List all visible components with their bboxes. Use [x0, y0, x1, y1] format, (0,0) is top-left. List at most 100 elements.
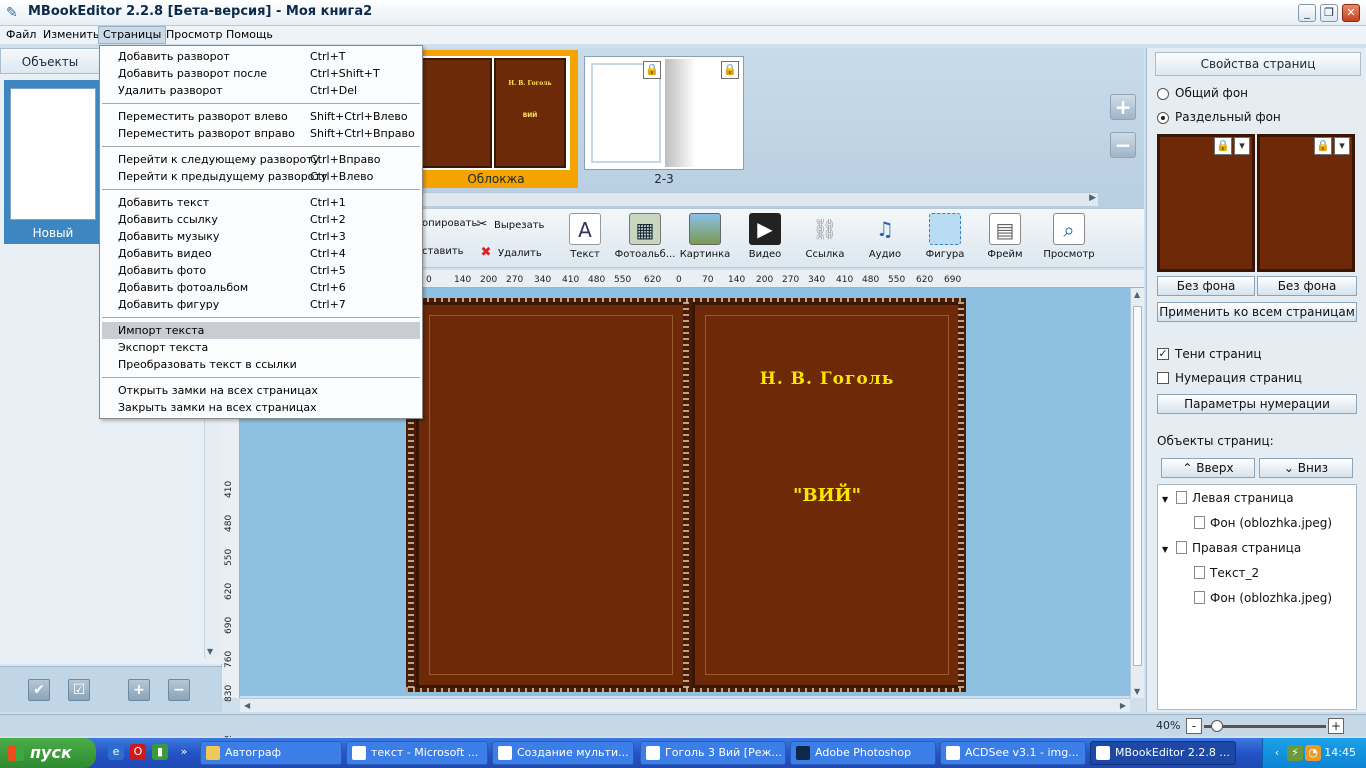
menu-item[interactable]: Добавить ссылку Ctrl+2 [102, 211, 420, 228]
tool-text[interactable]: A Текст [554, 213, 616, 267]
apply-to-all-button[interactable]: Применить ко всем страницам [1157, 302, 1357, 322]
task-gogol[interactable]: Гоголь 3 Вий [Реж... [640, 741, 786, 765]
menu-item[interactable]: Удалить разворот Ctrl+Del [102, 82, 420, 99]
numbering-params-button[interactable]: Параметры нумерации [1157, 394, 1357, 414]
menu-item[interactable]: Преобразовать текст в ссылки [102, 356, 420, 373]
menu-item[interactable]: Экспорт текста [102, 339, 420, 356]
quicklaunch-more-icon[interactable]: » [176, 744, 192, 760]
lock-icon[interactable]: 🔒 [1214, 137, 1232, 155]
add-spread-button[interactable]: + [1110, 94, 1136, 120]
menu-item[interactable]: Добавить текст Ctrl+1 [102, 194, 420, 211]
zoom-slider-handle[interactable] [1211, 720, 1223, 732]
tree-item[interactable]: Фон (oblozhka.jpeg) [1194, 516, 1332, 530]
task-photoshop[interactable]: Adobe Photoshop [790, 741, 936, 765]
canvas-horizontal-scrollbar[interactable]: ◀ ▶ [240, 698, 1130, 712]
tool-photoalbum[interactable]: ▦ Фотоальб... [614, 213, 676, 267]
menu-item[interactable]: Переместить разворот влево Shift+Ctrl+Вле… [102, 108, 420, 125]
edit-check-button[interactable]: ☑ [68, 679, 90, 701]
menu-item[interactable]: Добавить разворот после Ctrl+Shift+T [102, 65, 420, 82]
scroll-left-icon[interactable]: ◀ [244, 701, 250, 710]
left-page[interactable] [416, 302, 686, 688]
menu-item[interactable]: Добавить разворот Ctrl+T [102, 48, 420, 65]
task-word-creation[interactable]: Создание мульти... [492, 741, 634, 765]
menu-item[interactable]: Добавить музыку Ctrl+3 [102, 228, 420, 245]
new-object-thumbnail[interactable]: Новый [4, 80, 102, 244]
menu-pages[interactable]: Страницы [98, 26, 167, 44]
scroll-right-icon[interactable]: ▶ [1120, 701, 1126, 710]
chevron-down-icon[interactable]: ▾ [1234, 137, 1250, 155]
tool-frame[interactable]: ▤ Фрейм [974, 213, 1036, 267]
menu-item[interactable]: Открыть замки на всех страницах [102, 382, 420, 399]
no-background-right-button[interactable]: Без фона [1257, 276, 1357, 296]
menu-item[interactable]: Добавить фотоальбом Ctrl+6 [102, 279, 420, 296]
canvas-vertical-scrollbar[interactable]: ▲ ▼ [1130, 288, 1144, 698]
no-background-left-button[interactable]: Без фона [1157, 276, 1255, 296]
tree-item[interactable]: Фон (oblozhka.jpeg) [1194, 591, 1332, 605]
check-button[interactable]: ✔ [28, 679, 50, 701]
left-background-preview[interactable]: 🔒 ▾ [1157, 134, 1255, 272]
tab-page-properties[interactable]: Свойства страниц [1155, 52, 1361, 76]
cover-author-text[interactable]: Н. В. Гоголь [695, 369, 959, 389]
task-autograph[interactable]: Автограф [200, 741, 342, 765]
tool-audio[interactable]: ♫ Аудио [854, 213, 916, 267]
copy-button[interactable]: опировать [422, 218, 477, 229]
tool-video[interactable]: ▶ Видео [734, 213, 796, 267]
tool-link[interactable]: ⛓ Ссылка [794, 213, 856, 267]
chevron-down-icon[interactable]: ▾ [1334, 137, 1350, 155]
paste-button[interactable]: ставить [422, 246, 464, 257]
task-mbookeditor[interactable]: MBookEditor 2.2.8 ... [1090, 741, 1236, 765]
right-page[interactable]: Н. В. Гоголь "ВИЙ" [692, 302, 962, 688]
remove-object-button[interactable]: − [168, 679, 190, 701]
menu-item[interactable]: Добавить фото Ctrl+5 [102, 262, 420, 279]
scroll-down-icon[interactable]: ▼ [207, 647, 213, 656]
add-object-button[interactable]: + [128, 679, 150, 701]
cut-button[interactable]: ✂ Вырезать [474, 217, 545, 232]
menu-help[interactable]: Помощь [222, 26, 277, 44]
tab-objects[interactable]: Объекты [0, 48, 100, 74]
menu-item[interactable]: Перейти к следующему развороту Ctrl+Вправ… [102, 151, 420, 168]
move-up-button[interactable]: ⌃ Вверх [1161, 458, 1255, 478]
menu-item[interactable]: Перейти к предыдущему развороту Ctrl+Влев… [102, 168, 420, 185]
opera-icon[interactable]: O [130, 744, 146, 760]
scroll-down-icon[interactable]: ▼ [1134, 687, 1140, 696]
scroll-right-icon[interactable]: ▶ [1089, 193, 1096, 203]
zoom-out-button[interactable]: - [1186, 718, 1202, 734]
menu-file[interactable]: Файл [2, 26, 40, 44]
tray-app-icon[interactable]: ◔ [1305, 745, 1321, 761]
expand-icon[interactable]: ▼ [1162, 545, 1172, 554]
close-button[interactable]: ✕ [1342, 4, 1360, 22]
move-down-button[interactable]: ⌄ Вниз [1259, 458, 1353, 478]
minimize-button[interactable]: _ [1298, 4, 1316, 22]
spread-cover[interactable]: Н. В. Гоголь ВИЙ Облокжа [418, 50, 578, 188]
lock-icon[interactable]: 🔒 [721, 61, 739, 79]
tool-shape[interactable]: Фигура [914, 213, 976, 267]
app-quicklaunch-icon[interactable]: ▮ [152, 744, 168, 760]
lock-icon[interactable]: 🔒 [1314, 137, 1332, 155]
delete-button[interactable]: ✖ Удалить [478, 245, 542, 260]
menu-edit[interactable]: Изменить [39, 26, 103, 44]
cover-title-text[interactable]: "ВИЙ" [695, 485, 959, 506]
tool-preview[interactable]: ⌕ Просмотр [1038, 213, 1100, 267]
menu-item[interactable]: Добавить фигуру Ctrl+7 [102, 296, 420, 313]
menu-item[interactable]: Импорт текста [102, 322, 420, 339]
spread-2-3[interactable]: 🔒 🔒 [584, 56, 744, 170]
menu-view[interactable]: Просмотр [162, 26, 226, 44]
page-numbering-checkbox[interactable] [1157, 372, 1169, 384]
start-button[interactable]: пуск [0, 738, 96, 768]
common-background-radio[interactable] [1157, 88, 1169, 100]
expand-icon[interactable]: ▼ [1162, 495, 1172, 504]
ie-icon[interactable]: e [108, 744, 124, 760]
scroll-up-icon[interactable]: ▲ [1134, 290, 1140, 299]
separate-background-radio[interactable] [1157, 112, 1169, 124]
tree-item[interactable]: ▼ Левая страница [1162, 491, 1294, 505]
remove-spread-button[interactable]: − [1110, 132, 1136, 158]
menu-item[interactable]: Закрыть замки на всех страницах [102, 399, 420, 416]
tool-picture[interactable]: Картинка [674, 213, 736, 267]
task-word-text[interactable]: текст - Microsoft ... [346, 741, 488, 765]
lock-icon[interactable]: 🔒 [643, 61, 661, 79]
maximize-button[interactable]: ❐ [1320, 4, 1338, 22]
menu-item[interactable]: Переместить разворот вправо Shift+Ctrl+Вп… [102, 125, 420, 142]
task-acdsee[interactable]: ACDSee v3.1 - img... [940, 741, 1086, 765]
zoom-in-button[interactable]: + [1328, 718, 1344, 734]
tree-item[interactable]: ▼ Правая страница [1162, 541, 1301, 555]
